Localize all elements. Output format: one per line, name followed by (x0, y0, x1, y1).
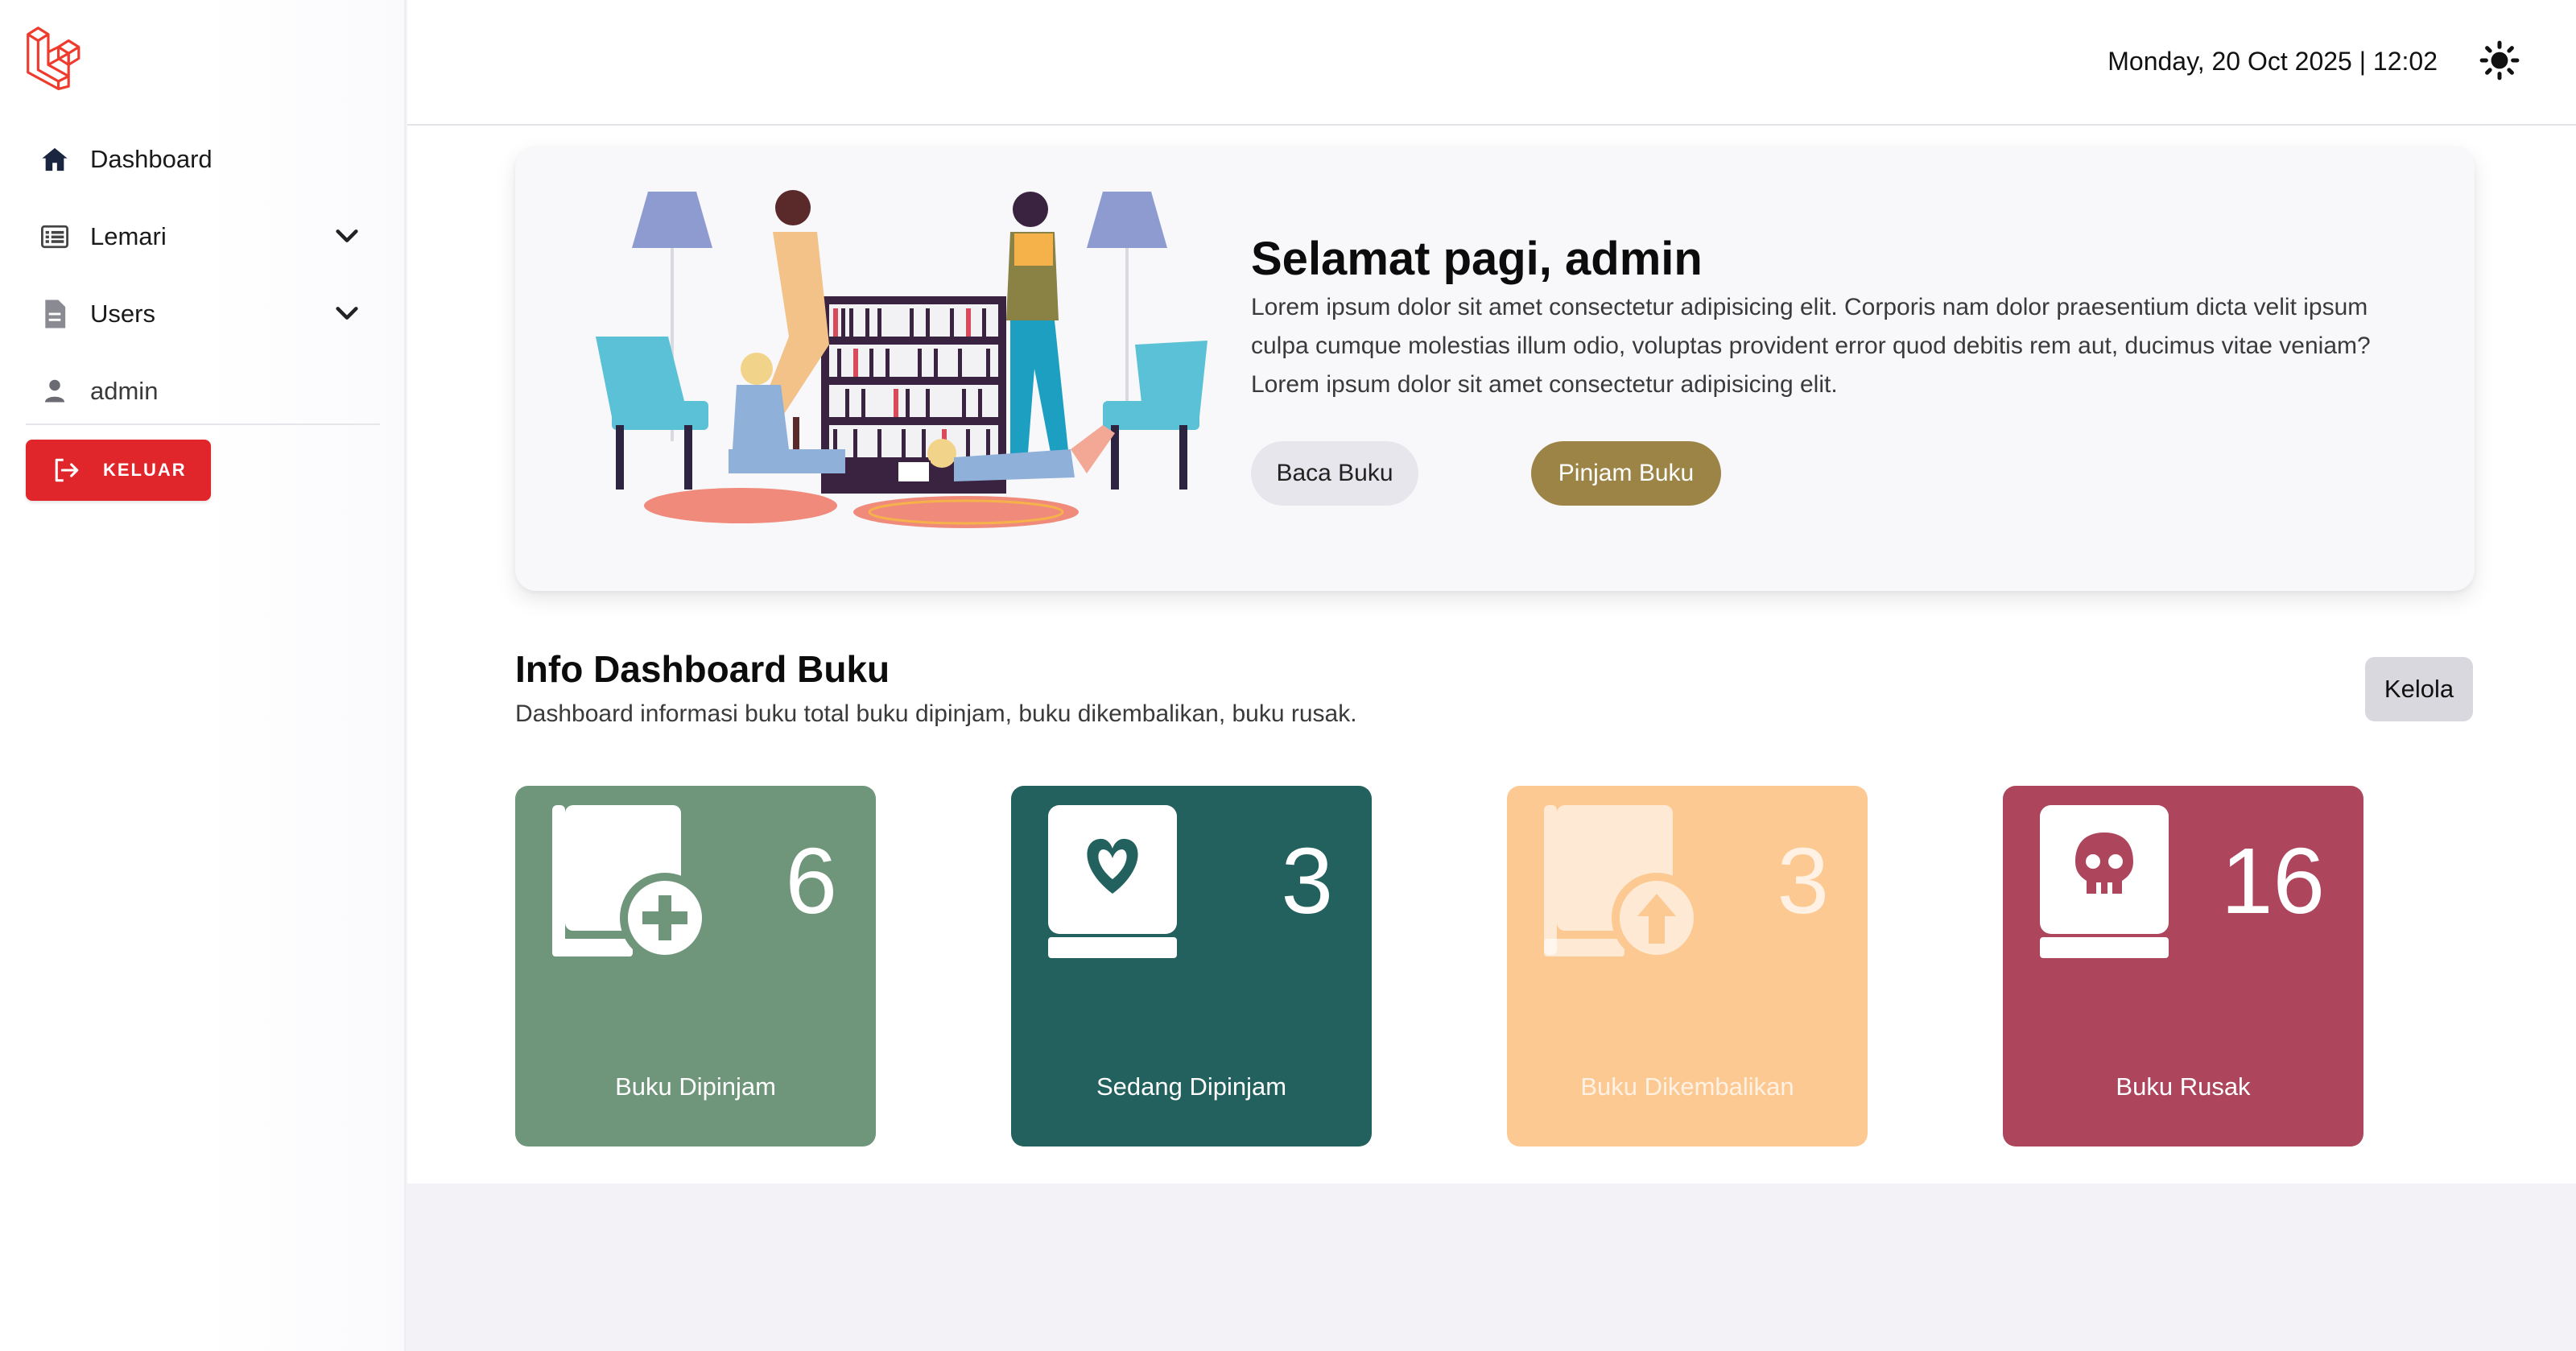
borrow-book-button[interactable]: Pinjam Buku (1531, 441, 1721, 506)
chevron-down-icon[interactable] (333, 222, 361, 250)
user-icon (40, 377, 69, 406)
book-heart-icon (1048, 805, 1177, 958)
section-title: Info Dashboard Buku (515, 648, 890, 690)
sidebar-item-label: Dashboard (90, 145, 213, 173)
stat-value: 3 (1777, 828, 1829, 933)
list-icon (40, 222, 69, 251)
stat-card-buku-dipinjam[interactable]: 6 Buku Dipinjam (515, 786, 876, 1146)
library-illustration (596, 190, 1208, 528)
datetime: Monday, 20 Oct 2025 | 12:02 (2107, 47, 2438, 76)
sidebar-item-admin[interactable]: admin (0, 353, 406, 430)
logout-label: KELUAR (103, 460, 187, 480)
sidebar-item-lemari[interactable]: Lemari (0, 198, 406, 275)
stat-label: Buku Dipinjam (615, 1072, 776, 1101)
stat-card-buku-dikembalikan[interactable]: 3 Buku Dikembalikan (1507, 786, 1868, 1146)
stat-value: 6 (785, 828, 837, 933)
sidebar-divider (26, 423, 380, 425)
main-content: Monday, 20 Oct 2025 | 12:02 Selamat pagi… (407, 0, 2576, 1184)
logout-button[interactable]: KELUAR (26, 440, 211, 501)
read-book-button[interactable]: Baca Buku (1251, 441, 1418, 506)
sidebar-item-dashboard[interactable]: Dashboard (0, 121, 406, 198)
app: Dashboard Lemari Users admin KELUAR Mond… (0, 0, 2576, 1351)
topbar: Monday, 20 Oct 2025 | 12:02 (407, 0, 2576, 126)
welcome-hero: Selamat pagi, admin Lorem ipsum dolor si… (515, 147, 2475, 591)
home-icon (40, 145, 69, 174)
stat-label: Buku Rusak (2116, 1072, 2251, 1101)
sidebar-item-label: Lemari (90, 222, 167, 250)
sidebar-item-label: admin (90, 377, 159, 405)
stat-label: Sedang Dipinjam (1096, 1072, 1287, 1101)
section-subtitle: Dashboard informasi buku total buku dipi… (515, 700, 1357, 727)
laravel-logo-icon[interactable] (23, 24, 92, 90)
greeting-title: Selamat pagi, admin (1251, 233, 1703, 285)
stat-label: Buku Dikembalikan (1580, 1072, 1794, 1101)
book-plus-icon (552, 805, 710, 963)
stat-card-buku-rusak[interactable]: 16 Buku Rusak (2003, 786, 2363, 1146)
book-skull-icon (2040, 805, 2169, 958)
sun-icon[interactable] (2479, 40, 2520, 81)
logout-icon (55, 458, 79, 482)
greeting-text: Lorem ipsum dolor sit amet consectetur a… (1251, 294, 2371, 398)
sidebar-item-label: Users (90, 300, 155, 328)
document-icon (40, 300, 69, 328)
sidebar-item-users[interactable]: Users (0, 275, 406, 353)
manage-button[interactable]: Kelola (2365, 657, 2473, 721)
sidebar: Dashboard Lemari Users admin KELUAR (0, 0, 406, 1351)
chevron-down-icon[interactable] (333, 300, 361, 327)
stat-value: 16 (2220, 828, 2325, 933)
sidebar-nav: Dashboard Lemari Users admin (0, 121, 406, 430)
stat-value: 3 (1281, 828, 1333, 933)
stat-card-sedang-dipinjam[interactable]: 3 Sedang Dipinjam (1011, 786, 1372, 1146)
book-arrow-up-icon (1544, 805, 1702, 963)
